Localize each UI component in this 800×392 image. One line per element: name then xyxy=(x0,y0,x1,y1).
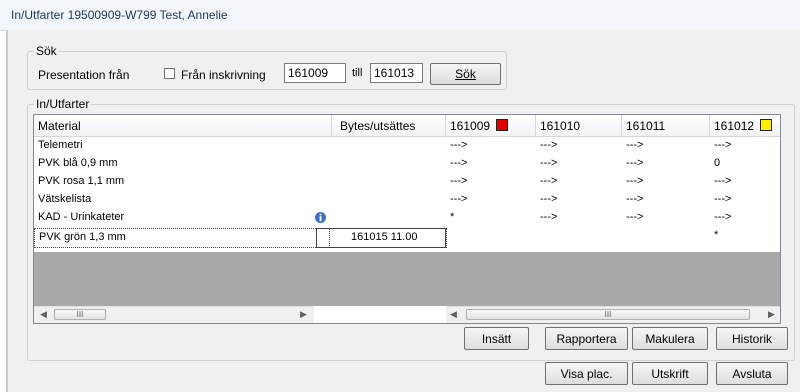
day-cell: ---> xyxy=(626,193,644,205)
red-status-marker xyxy=(496,119,509,131)
cancel-entry-button[interactable]: Makulera xyxy=(632,327,708,350)
table-row[interactable]: PVK blå 0,9 mm ---> ---> ---> 0 xyxy=(34,155,780,174)
scroll-right-arrow-icon[interactable]: ▶ xyxy=(300,309,307,320)
report-button[interactable]: Rapportera xyxy=(545,327,628,350)
date-to-input[interactable] xyxy=(370,63,423,83)
table-row[interactable]: Telemetri ---> ---> ---> ---> xyxy=(34,137,780,156)
yellow-status-marker xyxy=(760,119,773,131)
material-cell: PVK grön 1,3 mm xyxy=(34,228,330,248)
day-cell: ---> xyxy=(714,211,732,223)
day-cell: ---> xyxy=(714,193,732,205)
day-cell: ---> xyxy=(626,211,644,223)
scroll-left-arrow-icon[interactable]: ◀ xyxy=(40,309,47,320)
day-cell: * xyxy=(714,229,719,241)
right-hscrollbar[interactable]: ◀ III ▶ xyxy=(446,306,780,323)
day-cell: ---> xyxy=(540,157,558,169)
insert-button[interactable]: Insätt xyxy=(464,327,529,350)
day-cell: ---> xyxy=(450,175,468,187)
column-header-day-4[interactable]: 161012 xyxy=(710,115,780,137)
day-cell: ---> xyxy=(540,139,558,151)
left-hscrollbar[interactable]: ◀ III ▶ xyxy=(34,306,314,323)
day-cell: 0 xyxy=(714,157,721,169)
search-button[interactable]: Sök xyxy=(430,63,501,85)
left-scroll-thumb[interactable]: III xyxy=(54,309,106,320)
column-header-day-3[interactable]: 161011 xyxy=(622,115,710,137)
info-icon[interactable] xyxy=(314,211,327,224)
column-header-material[interactable]: Material xyxy=(34,115,332,137)
day-cell: ---> xyxy=(626,175,644,187)
show-placement-button[interactable]: Visa plac. xyxy=(545,362,628,385)
inout-group-label: In/Utfarter xyxy=(36,97,90,111)
scroll-left-arrow-icon[interactable]: ◀ xyxy=(450,309,457,320)
table-row[interactable]: PVK rosa 1,1 mm ---> ---> ---> ---> xyxy=(34,173,780,192)
inout-grid[interactable]: Material Bytes/utsättes 161009 161010 16… xyxy=(33,114,781,324)
column-header-day-1[interactable]: 161009 xyxy=(446,115,536,137)
material-cell: PVK blå 0,9 mm xyxy=(38,157,118,169)
scroll-right-arrow-icon[interactable]: ▶ xyxy=(768,309,775,320)
day-cell: * xyxy=(450,211,455,223)
from-admission-checkbox[interactable] xyxy=(164,68,175,79)
day-cell: ---> xyxy=(450,193,468,205)
day-cell: ---> xyxy=(714,175,732,187)
close-button[interactable]: Avsluta xyxy=(716,362,788,385)
bytes-cell[interactable]: 161015 11.00 xyxy=(316,228,446,248)
day-cell: ---> xyxy=(450,139,468,151)
day-cell: ---> xyxy=(626,139,644,151)
day-cell xyxy=(446,228,451,248)
column-header-day-2[interactable]: 161010 xyxy=(536,115,622,137)
date-from-input[interactable] xyxy=(284,63,346,83)
search-group-label: Sök xyxy=(36,44,57,58)
window-left-border xyxy=(6,30,8,392)
presentation-from-label: Presentation från xyxy=(38,68,130,82)
day-cell: ---> xyxy=(540,211,558,223)
material-cell: Vätskelista xyxy=(38,193,92,205)
table-row[interactable]: KAD - Urinkateter * ---> ---> ---> xyxy=(34,209,780,228)
till-label: till xyxy=(352,67,363,79)
day-cell: ---> xyxy=(540,175,558,187)
grid-empty-area xyxy=(34,252,780,306)
search-button-label: Sök xyxy=(455,67,476,81)
day-cell: ---> xyxy=(626,157,644,169)
material-cell: KAD - Urinkateter xyxy=(38,211,125,223)
material-cell: PVK rosa 1,1 mm xyxy=(38,175,125,187)
column-header-bytes[interactable]: Bytes/utsättes xyxy=(332,115,446,137)
table-row-selected[interactable]: PVK grön 1,3 mm 161015 11.00 * xyxy=(34,228,780,248)
day-cell: ---> xyxy=(714,139,732,151)
material-cell: Telemetri xyxy=(38,139,83,151)
day-cell: ---> xyxy=(540,193,558,205)
table-row[interactable]: Vätskelista ---> ---> ---> ---> xyxy=(34,191,780,210)
right-scroll-thumb[interactable]: III xyxy=(466,309,750,320)
print-button[interactable]: Utskrift xyxy=(632,362,708,385)
history-button[interactable]: Historik xyxy=(716,327,788,350)
window-title: In/Utfarter 19500909-W799 Test, Annelie xyxy=(11,8,228,22)
day-cell: ---> xyxy=(450,157,468,169)
from-admission-label[interactable]: Från inskrivning xyxy=(181,68,266,82)
